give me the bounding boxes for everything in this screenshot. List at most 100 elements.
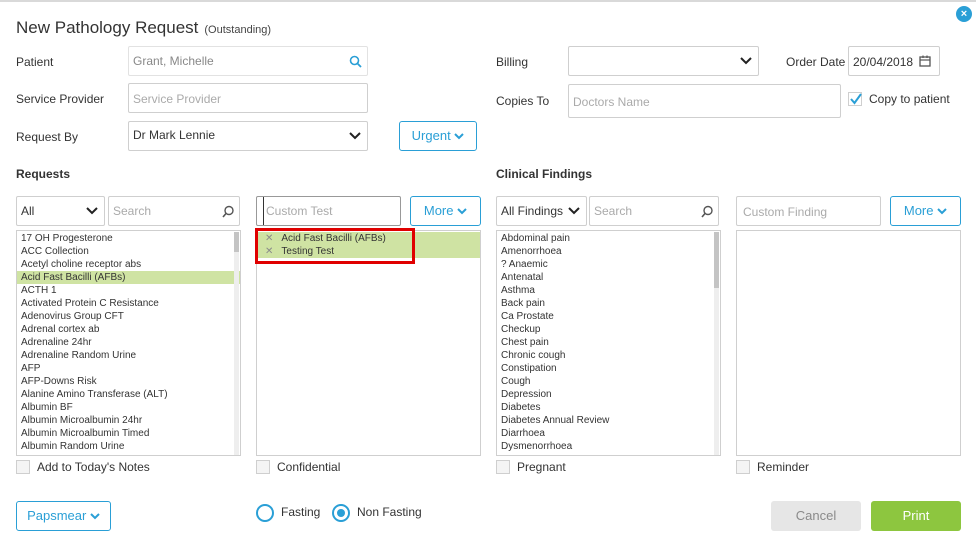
list-item[interactable]: Adrenal cortex ab [17, 323, 240, 336]
request-by-value: Dr Mark Lennie [133, 128, 216, 142]
list-item[interactable]: Constipation [497, 362, 720, 375]
fasting-radio[interactable] [256, 504, 274, 522]
requests-scrollbar[interactable] [234, 232, 239, 455]
list-item[interactable]: Albumin Random Urine [17, 440, 240, 453]
check-icon [850, 93, 862, 105]
order-date-input[interactable]: 20/04/2018 [848, 46, 940, 76]
clinical-more-button[interactable]: More [890, 196, 961, 226]
requests-search-placeholder: Search [113, 204, 152, 218]
patient-field[interactable]: Grant, Michelle [128, 46, 368, 76]
copies-to-label: Copies To [496, 94, 550, 108]
billing-select[interactable] [568, 46, 759, 76]
copies-to-input[interactable]: Doctors Name [568, 84, 841, 118]
requests-more-label: More [423, 203, 454, 218]
list-item[interactable]: Adenovirus Group CFT [17, 310, 240, 323]
list-item[interactable]: Cough [497, 375, 720, 388]
chevron-down-icon [349, 132, 361, 140]
selected-findings-list[interactable] [736, 230, 961, 456]
calendar-icon[interactable] [919, 55, 931, 67]
list-item[interactable]: Diabetes Annual Review [497, 414, 720, 427]
dialog-title-text: New Pathology Request [16, 18, 199, 37]
list-item[interactable]: Activated Protein C Resistance [17, 297, 240, 310]
list-item[interactable]: Amenorrhoea [497, 245, 720, 258]
clinical-findings-list[interactable]: Abdominal pain Amenorrhoea? Anaemic Antena… [496, 230, 721, 456]
list-item[interactable]: Albumin Microalbumin Timed [17, 427, 240, 440]
top-border [0, 0, 976, 2]
list-item[interactable]: Albumin BF [17, 401, 240, 414]
requests-search-input[interactable]: Search [108, 196, 240, 226]
close-icon[interactable]: × [956, 6, 972, 22]
papsmear-button[interactable]: Papsmear [16, 501, 111, 531]
requests-items: 17 OH Progesterone ACC Collection Acetyl c… [17, 232, 240, 453]
confidential-checkbox[interactable] [256, 460, 270, 474]
dialog-status: (Outstanding) [204, 24, 272, 36]
chevron-down-icon [457, 208, 467, 215]
list-item[interactable]: Adrenaline 24hr [17, 336, 240, 349]
request-by-select[interactable]: Dr Mark Lennie [128, 121, 368, 151]
requests-list[interactable]: 17 OH Progesterone ACC Collection Acetyl c… [16, 230, 241, 456]
print-button[interactable]: Print [871, 501, 961, 531]
list-item[interactable]: Chronic cough [497, 349, 720, 362]
patient-value: Grant, Michelle [133, 54, 214, 68]
confidential-label: Confidential [277, 460, 341, 474]
custom-finding-input[interactable]: Custom Finding [736, 196, 881, 226]
list-item[interactable]: Checkup [497, 323, 720, 336]
list-item[interactable]: Antenatal [497, 271, 720, 284]
urgent-button[interactable]: Urgent [399, 121, 477, 151]
list-item[interactable]: Diarrhoea [497, 427, 720, 440]
list-item[interactable]: AFP [17, 362, 240, 375]
pregnant-checkbox[interactable] [496, 460, 510, 474]
list-item[interactable]: 17 OH Progesterone [17, 232, 240, 245]
search-icon[interactable] [349, 55, 362, 68]
clinical-scrollbar[interactable] [714, 232, 719, 455]
list-item[interactable]: Back pain [497, 297, 720, 310]
add-to-notes-label: Add to Today's Notes [37, 460, 150, 474]
search-icon[interactable] [222, 205, 235, 218]
cancel-button[interactable]: Cancel [771, 501, 861, 531]
dialog-title: New Pathology Request (Outstanding) [16, 18, 271, 38]
billing-label: Billing [496, 55, 529, 69]
cancel-label: Cancel [795, 508, 837, 523]
list-item[interactable]: Asthma [497, 284, 720, 297]
clinical-items: Abdominal pain Amenorrhoea? Anaemic Antena… [497, 232, 720, 453]
custom-test-placeholder: Custom Test [263, 197, 332, 225]
list-item[interactable]: ? Anaemic [497, 258, 720, 271]
list-item[interactable]: ACTH 1 [17, 284, 240, 297]
non-fasting-radio[interactable] [332, 504, 350, 522]
clinical-filter-select[interactable]: All Findings [496, 196, 587, 226]
clinical-search-input[interactable]: Search [589, 196, 719, 226]
list-item[interactable]: Adrenaline Random Urine [17, 349, 240, 362]
service-provider-input[interactable]: Service Provider [128, 83, 368, 113]
print-label: Print [902, 508, 930, 523]
list-item[interactable]: ACC Collection [17, 245, 240, 258]
search-icon[interactable] [701, 205, 714, 218]
custom-test-input[interactable]: Custom Test [256, 196, 401, 226]
list-item[interactable]: Depression [497, 388, 720, 401]
list-item[interactable]: Chest pain [497, 336, 720, 349]
requests-filter-select[interactable]: All [16, 196, 105, 226]
highlight-box [255, 228, 415, 264]
chevron-down-icon [86, 207, 98, 215]
list-item[interactable]: AFP-Downs Risk [17, 375, 240, 388]
list-item[interactable]: Albumin Microalbumin 24hr [17, 414, 240, 427]
copy-to-patient-checkbox[interactable] [848, 92, 862, 106]
list-item[interactable]: Acetyl choline receptor abs [17, 258, 240, 271]
copy-to-patient-label: Copy to patient [869, 92, 950, 106]
reminder-label: Reminder [757, 460, 810, 474]
scroll-thumb[interactable] [714, 232, 719, 288]
requests-more-button[interactable]: More [410, 196, 481, 226]
custom-finding-placeholder: Custom Finding [743, 205, 828, 219]
list-item[interactable]: Dysmenorrhoea [497, 440, 720, 453]
scroll-thumb[interactable] [234, 232, 239, 252]
list-item[interactable]: Diabetes [497, 401, 720, 414]
reminder-checkbox[interactable] [736, 460, 750, 474]
list-item[interactable]: Acid Fast Bacilli (AFBs) [17, 271, 240, 284]
clinical-filter-value: All Findings [501, 204, 564, 218]
chevron-down-icon [90, 513, 100, 520]
list-item[interactable]: Ca Prostate [497, 310, 720, 323]
papsmear-label: Papsmear [27, 508, 87, 523]
list-item[interactable]: Alanine Amino Transferase (ALT) [17, 388, 240, 401]
request-by-label: Request By [16, 130, 79, 144]
list-item[interactable]: Abdominal pain [497, 232, 720, 245]
add-to-notes-checkbox[interactable] [16, 460, 30, 474]
